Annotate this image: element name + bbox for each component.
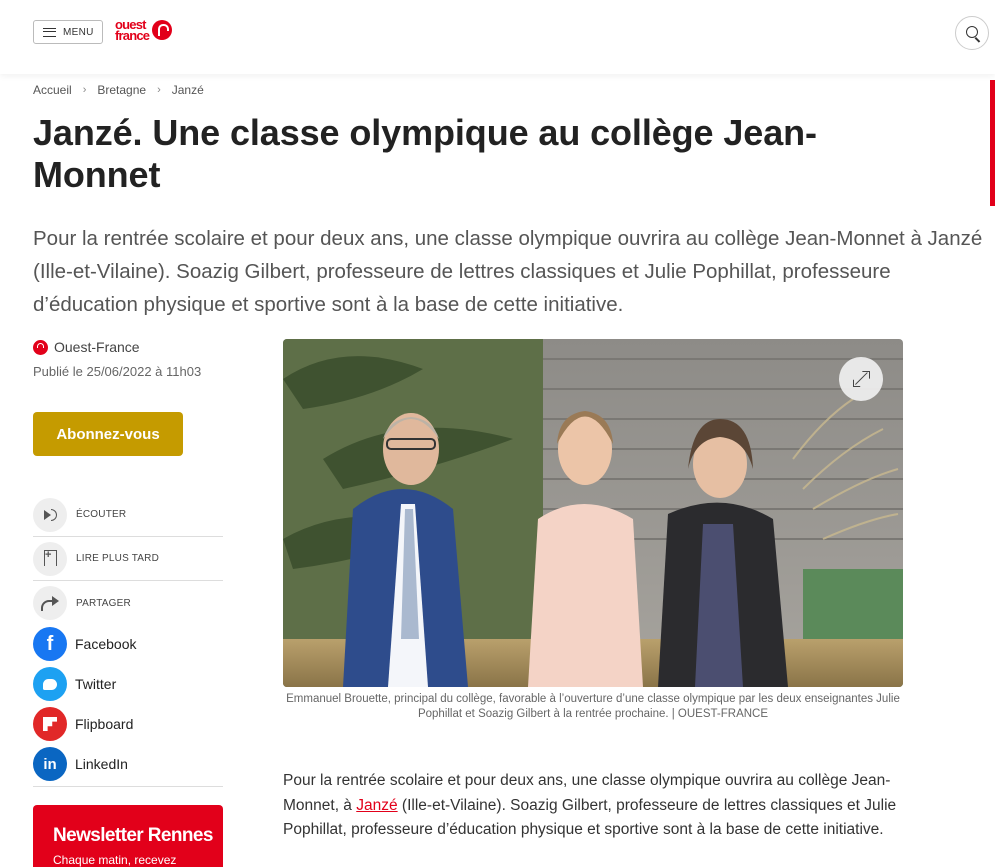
read-later-action[interactable]: LIRE PLUS TARD — [33, 537, 223, 581]
twitter-icon — [33, 667, 67, 701]
logo-text-line2: france — [115, 28, 150, 43]
flipboard-label: Flipboard — [75, 716, 134, 732]
article-photo — [283, 339, 903, 687]
twitter-label: Twitter — [75, 676, 117, 692]
flipboard-icon — [33, 707, 67, 741]
hamburger-icon — [43, 27, 56, 37]
expand-image-button[interactable] — [839, 357, 883, 401]
photo-caption: Emmanuel Brouette, principal du collège,… — [286, 693, 900, 720]
subscribe-button[interactable]: Abonnez-vous — [33, 412, 183, 456]
share-label: PARTAGER — [76, 597, 131, 609]
logo-mark-icon — [152, 20, 173, 40]
article-source[interactable]: Ouest-France — [33, 339, 140, 355]
bookmark-add-icon — [33, 541, 67, 576]
listen-label: ÉCOUTER — [76, 509, 127, 520]
article-title: Janzé. Une classe olympique au collège J… — [33, 112, 817, 195]
menu-button[interactable]: MENU — [33, 20, 103, 44]
search-button[interactable] — [955, 16, 989, 50]
expand-icon — [853, 379, 861, 387]
share-action[interactable]: PARTAGER — [33, 581, 223, 625]
janze-link[interactable]: Janzé — [356, 797, 397, 814]
share-linkedin[interactable]: in LinkedIn — [33, 744, 223, 784]
share-twitter[interactable]: Twitter — [33, 664, 223, 704]
site-header: MENU ouest france — [0, 0, 995, 74]
article-actions: ÉCOUTER LIRE PLUS TARD PARTAGER — [33, 493, 223, 625]
breadcrumb: Accueil › Bretagne › Janzé — [33, 83, 204, 97]
source-label: Ouest-France — [54, 339, 140, 355]
facebook-icon: f — [33, 627, 67, 661]
article-body-paragraph: Pour la rentrée scolaire et pour deux an… — [283, 769, 923, 843]
breadcrumb-accueil[interactable]: Accueil — [33, 83, 72, 97]
listen-action[interactable]: ÉCOUTER — [33, 493, 223, 537]
ouest-france-logo[interactable]: ouest france — [115, 18, 173, 43]
newsletter-title: Newsletter Rennes — [53, 825, 213, 846]
share-facebook[interactable]: f Facebook — [33, 624, 223, 664]
ouest-france-icon — [33, 339, 48, 355]
linkedin-label: LinkedIn — [75, 756, 128, 772]
menu-label: MENU — [63, 26, 94, 38]
facebook-label: Facebook — [75, 636, 137, 652]
article-photo-illustration — [283, 339, 903, 687]
side-ad-strip — [990, 80, 995, 206]
audio-icon — [33, 497, 67, 532]
linkedin-icon: in — [33, 747, 67, 781]
breadcrumb-bretagne[interactable]: Bretagne — [97, 83, 146, 97]
share-icon — [33, 586, 67, 620]
article-lead: Pour la rentrée scolaire et pour deux an… — [33, 227, 983, 316]
chevron-right-icon: › — [82, 84, 87, 96]
divider — [33, 786, 223, 787]
social-share-list: f Facebook Twitter Flipboard in LinkedIn — [33, 624, 223, 787]
share-flipboard[interactable]: Flipboard — [33, 704, 223, 744]
read-later-label: LIRE PLUS TARD — [76, 553, 160, 564]
newsletter-subtitle: Chaque matin, recevez — [53, 853, 177, 867]
publish-date: Publié le 25/06/2022 à 11h03 — [33, 364, 202, 379]
breadcrumb-janze[interactable]: Janzé — [172, 83, 204, 97]
newsletter-box[interactable]: Newsletter Rennes Chaque matin, recevez — [33, 805, 223, 867]
chevron-right-icon: › — [157, 84, 161, 96]
